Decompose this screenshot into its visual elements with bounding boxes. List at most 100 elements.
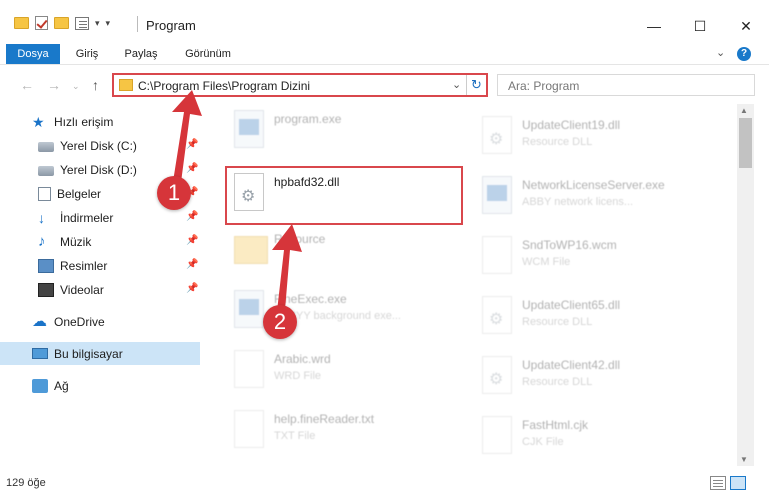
address-dropdown-icon[interactable]: ⌄ — [452, 78, 461, 91]
nav-label: Bu bilgisayar — [54, 346, 123, 361]
file-item[interactable]: help.fineReader.txt TXT File — [220, 404, 460, 454]
pin-icon[interactable]: 📌 — [186, 211, 198, 222]
title-bar: ▾ ▾ Program — ☐ ✕ — [0, 0, 769, 44]
exe-file-icon — [482, 176, 512, 214]
scroll-thumb[interactable] — [739, 118, 752, 168]
nav-label: Yerel Disk (C:) — [60, 138, 137, 153]
computer-icon — [32, 348, 48, 359]
tab-paylas[interactable]: Paylaş — [120, 44, 162, 64]
file-name: UpdateClient19.dll — [522, 118, 621, 132]
scroll-down-icon[interactable]: ▼ — [740, 455, 748, 464]
step-2-badge: 2 — [263, 305, 297, 339]
dll-gear-file-icon — [482, 356, 512, 394]
pin-icon[interactable]: 📌 — [186, 283, 198, 294]
file-item[interactable]: program.exe — [220, 104, 460, 154]
tab-gorunum[interactable]: Görünüm — [178, 44, 238, 64]
pin-icon[interactable]: 📌 — [186, 235, 198, 246]
window-controls: — ☐ ✕ — [631, 12, 769, 40]
customize-toolbar-icon[interactable]: ▾ — [106, 18, 111, 29]
file-item[interactable]: UpdateClient19.dll Resource DLL — [468, 110, 708, 160]
details-view-icon[interactable] — [710, 476, 726, 490]
file-item[interactable]: FastHtml.cjk CJK File — [468, 410, 708, 460]
up-arrow-icon[interactable]: ↑ — [92, 77, 99, 93]
file-name: UpdateClient65.dll — [522, 298, 621, 312]
pin-icon[interactable]: 📌 — [186, 259, 198, 270]
tab-dosya[interactable]: Dosya — [6, 44, 60, 64]
pictures-icon — [38, 258, 54, 273]
nav-label: Ağ — [54, 378, 69, 393]
nav-item-videos[interactable]: Videolar 📌 — [0, 278, 200, 301]
new-folder-icon[interactable] — [54, 17, 69, 29]
help-icon[interactable]: ? — [737, 47, 751, 61]
nav-label: Hızlı erişim — [54, 114, 114, 129]
file-type: Resource DLL — [522, 316, 593, 328]
file-item[interactable]: SndToWP16.wcm WCM File — [468, 230, 708, 280]
refresh-icon[interactable]: ↻ — [466, 75, 486, 95]
file-item[interactable]: UpdateClient42.dll Resource DLL — [468, 350, 708, 400]
properties-check-icon[interactable] — [35, 16, 48, 30]
file-item[interactable]: Resource — [220, 224, 460, 274]
file-type: Resource DLL — [522, 136, 593, 148]
vertical-scrollbar[interactable]: ▲ ▼ — [737, 104, 754, 466]
file-name: NetworkLicenseServer.exe — [522, 178, 665, 192]
ribbon-tabs: Dosya Giriş Paylaş Görünüm ⌄ ? — [0, 44, 769, 64]
window-title: Program — [146, 18, 196, 33]
close-button[interactable]: ✕ — [723, 12, 769, 40]
expand-ribbon-icon[interactable]: ⌄ — [716, 46, 725, 59]
tab-giris[interactable]: Giriş — [68, 44, 106, 64]
nav-item-network[interactable]: Ağ — [0, 374, 200, 397]
status-bar: 129 öğe — [0, 466, 769, 503]
properties-icon[interactable] — [75, 16, 89, 30]
back-arrow-icon[interactable]: ← — [20, 77, 34, 93]
file-item[interactable]: FineExec.exe ABBYY background exe... — [220, 284, 460, 334]
recent-chevron-icon[interactable]: ⌄ — [72, 81, 80, 92]
minimize-button[interactable]: — — [631, 12, 677, 40]
target-file-highlight — [225, 166, 463, 225]
file-name: FastHtml.cjk — [522, 418, 588, 432]
maximize-button[interactable]: ☐ — [677, 12, 723, 40]
item-count: 129 öğe — [6, 477, 46, 489]
quick-access-toolbar: ▾ ▾ — [14, 16, 110, 30]
file-item[interactable]: Arabic.wrd WRD File — [220, 344, 460, 394]
title-separator — [137, 16, 138, 32]
file-item[interactable]: NetworkLicenseServer.exe ABBY network li… — [468, 170, 708, 220]
exe-file-icon — [234, 290, 264, 328]
nav-item-pictures[interactable]: Resimler 📌 — [0, 254, 200, 277]
nav-item-onedrive[interactable]: ☁ OneDrive — [0, 310, 200, 333]
file-name: SndToWP16.wcm — [522, 238, 617, 252]
forward-arrow-icon[interactable]: → — [47, 77, 61, 93]
network-icon — [32, 378, 48, 393]
nav-item-this-pc[interactable]: Bu bilgisayar — [0, 342, 200, 365]
address-row: ← → ⌄ ↑ C:\Program Files\Program Dizini … — [0, 64, 769, 104]
drive-icon — [38, 141, 54, 152]
file-type: TXT File — [274, 430, 316, 442]
scroll-up-icon[interactable]: ▲ — [740, 106, 748, 115]
file-type: WCM File — [522, 256, 571, 268]
step-1-badge: 1 — [157, 176, 191, 210]
dll-gear-file-icon — [482, 296, 512, 334]
file-name: program.exe — [274, 112, 342, 126]
search-input[interactable]: Ara: Program — [497, 74, 755, 96]
large-icons-view-icon[interactable] — [730, 476, 746, 490]
file-name: help.fineReader.txt — [274, 412, 375, 426]
generic-file-icon — [234, 350, 264, 388]
generic-file-icon — [482, 416, 512, 454]
chevron-down-icon[interactable]: ▾ — [95, 18, 100, 29]
document-icon — [38, 186, 51, 201]
nav-item-music[interactable]: ♪ Müzik 📌 — [0, 230, 200, 253]
file-type: CJK File — [522, 436, 564, 448]
cloud-icon: ☁ — [32, 312, 47, 330]
file-type: Resource DLL — [522, 376, 593, 388]
nav-label: Resimler — [60, 258, 108, 273]
file-item[interactable]: UpdateClient65.dll Resource DLL — [468, 290, 708, 340]
folder-icon — [119, 79, 133, 91]
star-icon: ★ — [32, 113, 45, 130]
file-name: Arabic.wrd — [274, 352, 331, 366]
text-file-icon — [234, 410, 264, 448]
generic-file-icon — [482, 236, 512, 274]
folder-icon[interactable] — [14, 17, 29, 29]
nav-label: Videolar — [60, 282, 104, 297]
drive-icon — [38, 165, 54, 176]
nav-label: İndirmeler — [60, 210, 114, 225]
music-note-icon: ♪ — [38, 232, 46, 250]
